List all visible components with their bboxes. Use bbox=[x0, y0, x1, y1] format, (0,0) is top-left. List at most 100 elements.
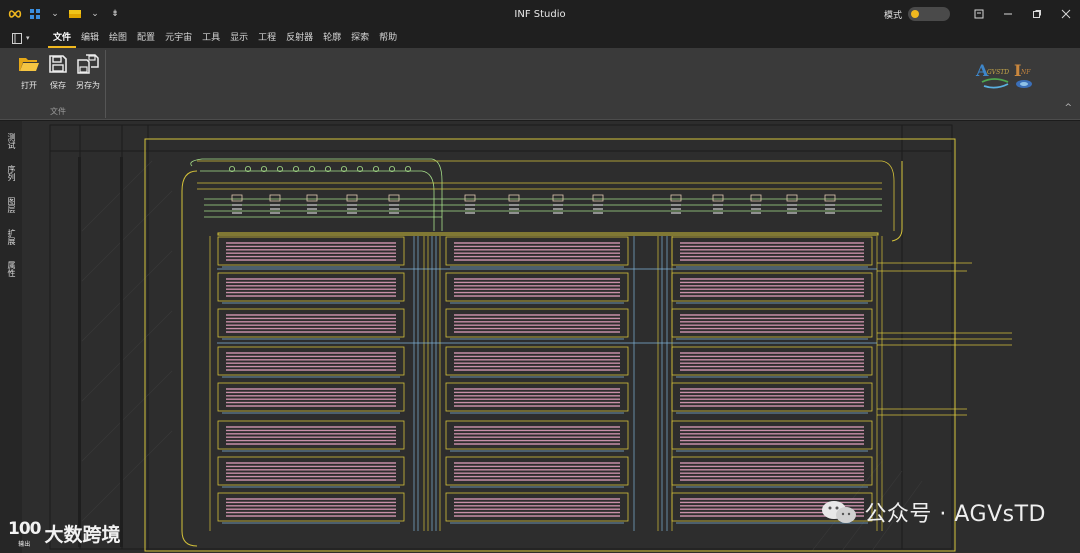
menu-explore[interactable]: 探索 bbox=[346, 28, 374, 48]
title-bar: ⌄ ⌄ ⇟ INF Studio 模式 bbox=[0, 0, 1080, 28]
open-label: 打开 bbox=[21, 81, 37, 90]
rack-row bbox=[445, 420, 629, 452]
station bbox=[346, 194, 358, 214]
station bbox=[464, 194, 476, 214]
brand-logo-sub: 输出 bbox=[18, 541, 31, 548]
menu-contour[interactable]: 轮廓 bbox=[318, 28, 346, 48]
menu-file[interactable]: 文件 bbox=[48, 28, 77, 48]
rack-row bbox=[217, 346, 405, 378]
side-tab-layers[interactable]: 图层 bbox=[0, 191, 22, 219]
rack-border bbox=[217, 492, 405, 522]
chevron-down-icon[interactable]: ⌄ bbox=[88, 7, 102, 21]
rack-border bbox=[445, 236, 629, 266]
side-tab-extensions[interactable]: 扩展 bbox=[0, 223, 22, 251]
wechat-account-text: 公众号 · AGVsTD bbox=[864, 502, 1046, 527]
save-label: 保存 bbox=[50, 81, 66, 90]
rack-row bbox=[671, 420, 873, 452]
top-loop-green bbox=[190, 158, 882, 231]
station bbox=[388, 194, 400, 214]
station bbox=[552, 194, 564, 214]
menu-help[interactable]: 帮助 bbox=[374, 28, 402, 48]
station-box bbox=[592, 194, 604, 202]
menu-metaverse[interactable]: 元宇宙 bbox=[160, 28, 197, 48]
rack-row bbox=[445, 272, 629, 304]
station-box bbox=[508, 194, 520, 202]
menu-project[interactable]: 工程 bbox=[253, 28, 281, 48]
rack-row bbox=[445, 492, 629, 524]
open-button[interactable]: 打开 bbox=[14, 53, 44, 97]
save-as-label: 另存为 bbox=[76, 81, 100, 90]
station bbox=[231, 194, 243, 214]
menu-draw[interactable]: 绘图 bbox=[104, 28, 132, 48]
wechat-watermark: 公众号 · AGVsTD bbox=[820, 496, 1046, 528]
menu-tools[interactable]: 工具 bbox=[197, 28, 225, 48]
brand-watermark: 100 输出 大数跨境 bbox=[8, 519, 121, 548]
rack-border bbox=[217, 236, 405, 266]
rack-border bbox=[671, 308, 873, 338]
infinity-icon[interactable] bbox=[8, 7, 22, 21]
station-box bbox=[346, 194, 358, 202]
side-tab-properties[interactable]: 属性 bbox=[0, 255, 22, 283]
menu-reflector[interactable]: 反射器 bbox=[281, 28, 318, 48]
rack-border bbox=[217, 420, 405, 450]
menu-config[interactable]: 配置 bbox=[132, 28, 160, 48]
mode-toggle[interactable] bbox=[908, 7, 950, 21]
rack-border bbox=[445, 382, 629, 412]
brand-name: 大数跨境 bbox=[44, 524, 121, 546]
menu-edit[interactable]: 编辑 bbox=[76, 28, 104, 48]
rack-border bbox=[445, 420, 629, 450]
save-button[interactable]: 保存 bbox=[43, 53, 73, 97]
svg-text:NF: NF bbox=[1020, 69, 1031, 76]
station-box bbox=[712, 194, 724, 202]
rack-row bbox=[445, 382, 629, 414]
rack-border bbox=[445, 492, 629, 522]
rack-row bbox=[445, 236, 629, 268]
rack-row bbox=[217, 236, 405, 268]
folder-open-icon bbox=[17, 53, 41, 75]
minimize-icon[interactable] bbox=[993, 0, 1022, 28]
customize-icon[interactable]: ⇟ bbox=[108, 7, 122, 21]
agvstd-logo: A GVSTD I NF bbox=[974, 58, 1040, 92]
ribbon-group-label: 文件 bbox=[50, 107, 66, 116]
rack-row bbox=[671, 346, 873, 378]
rack-border bbox=[671, 346, 873, 376]
maximize-icon[interactable] bbox=[1022, 0, 1051, 28]
rack-row bbox=[217, 272, 405, 304]
ribbon: 打开 保存 另存为 文件 A GVSTD I NF ^ bbox=[0, 48, 1080, 120]
side-tab-test[interactable]: 测试 bbox=[0, 127, 22, 155]
rack-row bbox=[217, 492, 405, 524]
station-box bbox=[306, 194, 318, 202]
collapse-ribbon-icon[interactable]: ^ bbox=[1064, 103, 1072, 113]
rack-border bbox=[445, 272, 629, 302]
restore-panel-icon[interactable] bbox=[964, 0, 993, 28]
right-exit-lines bbox=[877, 262, 1012, 416]
close-icon[interactable] bbox=[1051, 0, 1080, 28]
side-tab-sequence[interactable]: 序列 bbox=[0, 159, 22, 187]
rack-border bbox=[217, 382, 405, 412]
drawing-canvas[interactable] bbox=[22, 121, 1080, 553]
save-as-button[interactable]: 另存为 bbox=[73, 53, 103, 97]
rack-border bbox=[445, 308, 629, 338]
station-box bbox=[269, 194, 281, 202]
rack-row bbox=[671, 236, 873, 268]
rack-row bbox=[445, 456, 629, 488]
rack-border bbox=[217, 272, 405, 302]
rack-border bbox=[217, 456, 405, 486]
rack-row bbox=[217, 420, 405, 452]
station bbox=[269, 194, 281, 214]
station-box bbox=[552, 194, 564, 202]
rack-border bbox=[445, 456, 629, 486]
chevron-down-icon[interactable]: ⌄ bbox=[48, 7, 62, 21]
layout-grid-icon[interactable] bbox=[28, 7, 42, 21]
folder-color-icon[interactable] bbox=[68, 7, 82, 21]
rack-row bbox=[445, 346, 629, 378]
top-corridor bbox=[197, 160, 895, 231]
station-box bbox=[388, 194, 400, 202]
warehouse-layout-drawing[interactable] bbox=[22, 121, 1080, 553]
app-menu-icon[interactable]: ▾ bbox=[12, 30, 36, 46]
menu-display[interactable]: 显示 bbox=[225, 28, 253, 48]
station bbox=[592, 194, 604, 214]
side-panel-tabs: 测试 序列 图层 扩展 属性 bbox=[0, 121, 22, 553]
rack-border bbox=[445, 346, 629, 376]
menu-bar: ▾ 文件 编辑 绘图 配置 元宇宙 工具 显示 工程 反射器 轮廓 探索 帮助 bbox=[0, 28, 1080, 48]
